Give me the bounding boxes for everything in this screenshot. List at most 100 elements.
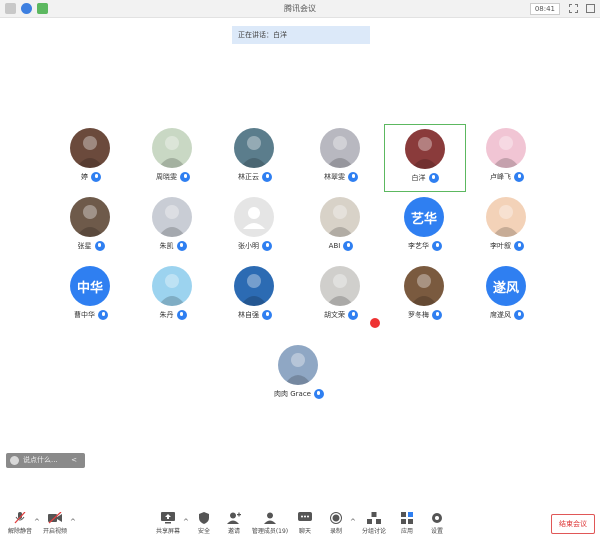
avatar: 艺华 (404, 197, 444, 237)
participant-name: 席遂风 (490, 311, 511, 319)
participant-tile[interactable]: 艺华李艺华 (384, 193, 466, 261)
profile-photo (326, 205, 354, 237)
participant-name: 胡文荣 (324, 311, 345, 319)
fullscreen-icon[interactable] (569, 4, 578, 13)
chat-input-pill[interactable]: 说点什么... < (6, 453, 85, 468)
participant-name-row: ABI (300, 241, 382, 251)
avatar (320, 197, 360, 237)
participant-name: 张星 (77, 242, 92, 250)
layout-icon[interactable] (586, 4, 595, 13)
avatar (234, 128, 274, 168)
microphone-icon (262, 241, 272, 251)
settings-button[interactable]: 设置 (417, 512, 457, 539)
participant-name-row: 肉肉 Grace (258, 389, 340, 399)
microphone-icon (428, 173, 439, 183)
video-options-chevron-icon[interactable]: ^ (70, 518, 76, 526)
microphone-icon (348, 172, 358, 182)
participant-tile[interactable]: 李叶叙 (466, 193, 548, 261)
avatar (404, 266, 444, 306)
apps-grid-icon (401, 512, 413, 524)
chat-icon (10, 456, 19, 465)
participant-tile[interactable]: 卢峰飞 (466, 124, 548, 192)
members-icon (264, 512, 276, 524)
participant-tile[interactable]: 胡文荣 (300, 262, 382, 330)
settings-label: 设置 (430, 528, 443, 535)
profile-photo (492, 205, 520, 237)
avatar (152, 128, 192, 168)
participant-tile[interactable]: 遂风席遂风 (466, 262, 548, 330)
profile-photo (240, 136, 268, 168)
end-meeting-button[interactable]: 结束会议 (551, 514, 595, 534)
microphone-icon (432, 310, 442, 320)
profile-photo (326, 274, 354, 306)
participant-name-row: 李艺华 (384, 241, 466, 251)
collapse-icon[interactable]: < (71, 456, 77, 464)
participant-name: 林自强 (238, 311, 259, 319)
avatar: 中华 (70, 266, 110, 306)
participant-tile[interactable]: 朱凯 (132, 193, 214, 261)
participant-tile[interactable]: 林自强 (214, 262, 296, 330)
participant-tile[interactable]: 肉肉 Grace (258, 341, 340, 409)
participant-name: 朱凯 (159, 242, 174, 250)
profile-photo (284, 353, 312, 385)
microphone-icon (514, 241, 524, 251)
participant-tile[interactable]: 朱丹 (132, 262, 214, 330)
participant-tile[interactable]: 周晓雯 (132, 124, 214, 192)
mute-label: 解除静音 (7, 528, 32, 535)
participant-tile[interactable]: 林翠雯 (300, 124, 382, 192)
avatar (486, 128, 526, 168)
speaking-indicator: 正在讲话：白洋 (232, 26, 370, 44)
profile-photo (158, 136, 186, 168)
microphone-icon (432, 241, 442, 251)
invite-label: 邀请 (227, 528, 240, 535)
microphone-icon (514, 310, 524, 320)
participant-name: ABI (328, 242, 341, 250)
participant-tile[interactable]: 林正云 (214, 124, 296, 192)
microphone-muted-icon (14, 512, 26, 524)
window-title: 腾讯会议 (284, 4, 316, 13)
microphone-icon (176, 241, 187, 251)
default-user-icon (243, 207, 265, 229)
participant-name-row: 张小明 (214, 241, 296, 251)
participant-tile[interactable]: 张星 (50, 193, 132, 261)
microphone-icon (343, 241, 354, 251)
participant-tile[interactable]: 张小明 (214, 193, 296, 261)
participant-tile[interactable]: 白洋 (384, 124, 466, 192)
participant-name: 罗冬梅 (408, 311, 429, 319)
chat-placeholder: 说点什么... (23, 456, 58, 464)
participant-name: 李艺华 (408, 242, 429, 250)
bottom-toolbar: 解除静音 ^ 开启视频 ^ 共享屏幕 ^ 安全 邀请 管理成员(19) 聊天 录… (0, 508, 600, 539)
participant-name: 曹中华 (74, 311, 95, 319)
participant-name-row: 卢峰飞 (466, 172, 548, 182)
video-button[interactable]: 开启视频 (35, 512, 75, 539)
participant-tile[interactable]: 中华曹中华 (50, 262, 132, 330)
share-screen-button[interactable]: 共享屏幕 (148, 512, 188, 539)
microphone-icon (98, 310, 108, 320)
participant-tile[interactable]: ABI (300, 193, 382, 261)
record-icon (330, 512, 342, 524)
invite-button[interactable]: 邀请 (214, 512, 254, 539)
participant-tile[interactable]: 婷 (50, 124, 132, 192)
manage-members-button[interactable]: 管理成员(19) (250, 512, 290, 539)
profile-photo (492, 136, 520, 168)
chat-bubble-icon (298, 512, 312, 521)
share-label: 共享屏幕 (155, 528, 180, 535)
participant-name: 卢峰飞 (490, 173, 511, 181)
participant-tile[interactable]: 罗冬梅 (384, 262, 466, 330)
avatar: 遂风 (486, 266, 526, 306)
participant-name: 白洋 (411, 174, 426, 182)
breakout-rooms-icon (367, 512, 381, 524)
profile-photo (76, 205, 104, 237)
microphone-icon (313, 389, 324, 399)
avatar (70, 128, 110, 168)
participant-name-row: 周晓雯 (132, 172, 214, 182)
avatar (320, 266, 360, 306)
profile-photo (411, 137, 439, 169)
profile-photo (158, 205, 186, 237)
participant-name-row: 朱凯 (132, 241, 214, 251)
participant-name-row: 胡文荣 (300, 310, 382, 320)
participant-name: 林正云 (238, 173, 259, 181)
avatar (234, 266, 274, 306)
avatar (405, 129, 445, 169)
microphone-icon (262, 310, 272, 320)
